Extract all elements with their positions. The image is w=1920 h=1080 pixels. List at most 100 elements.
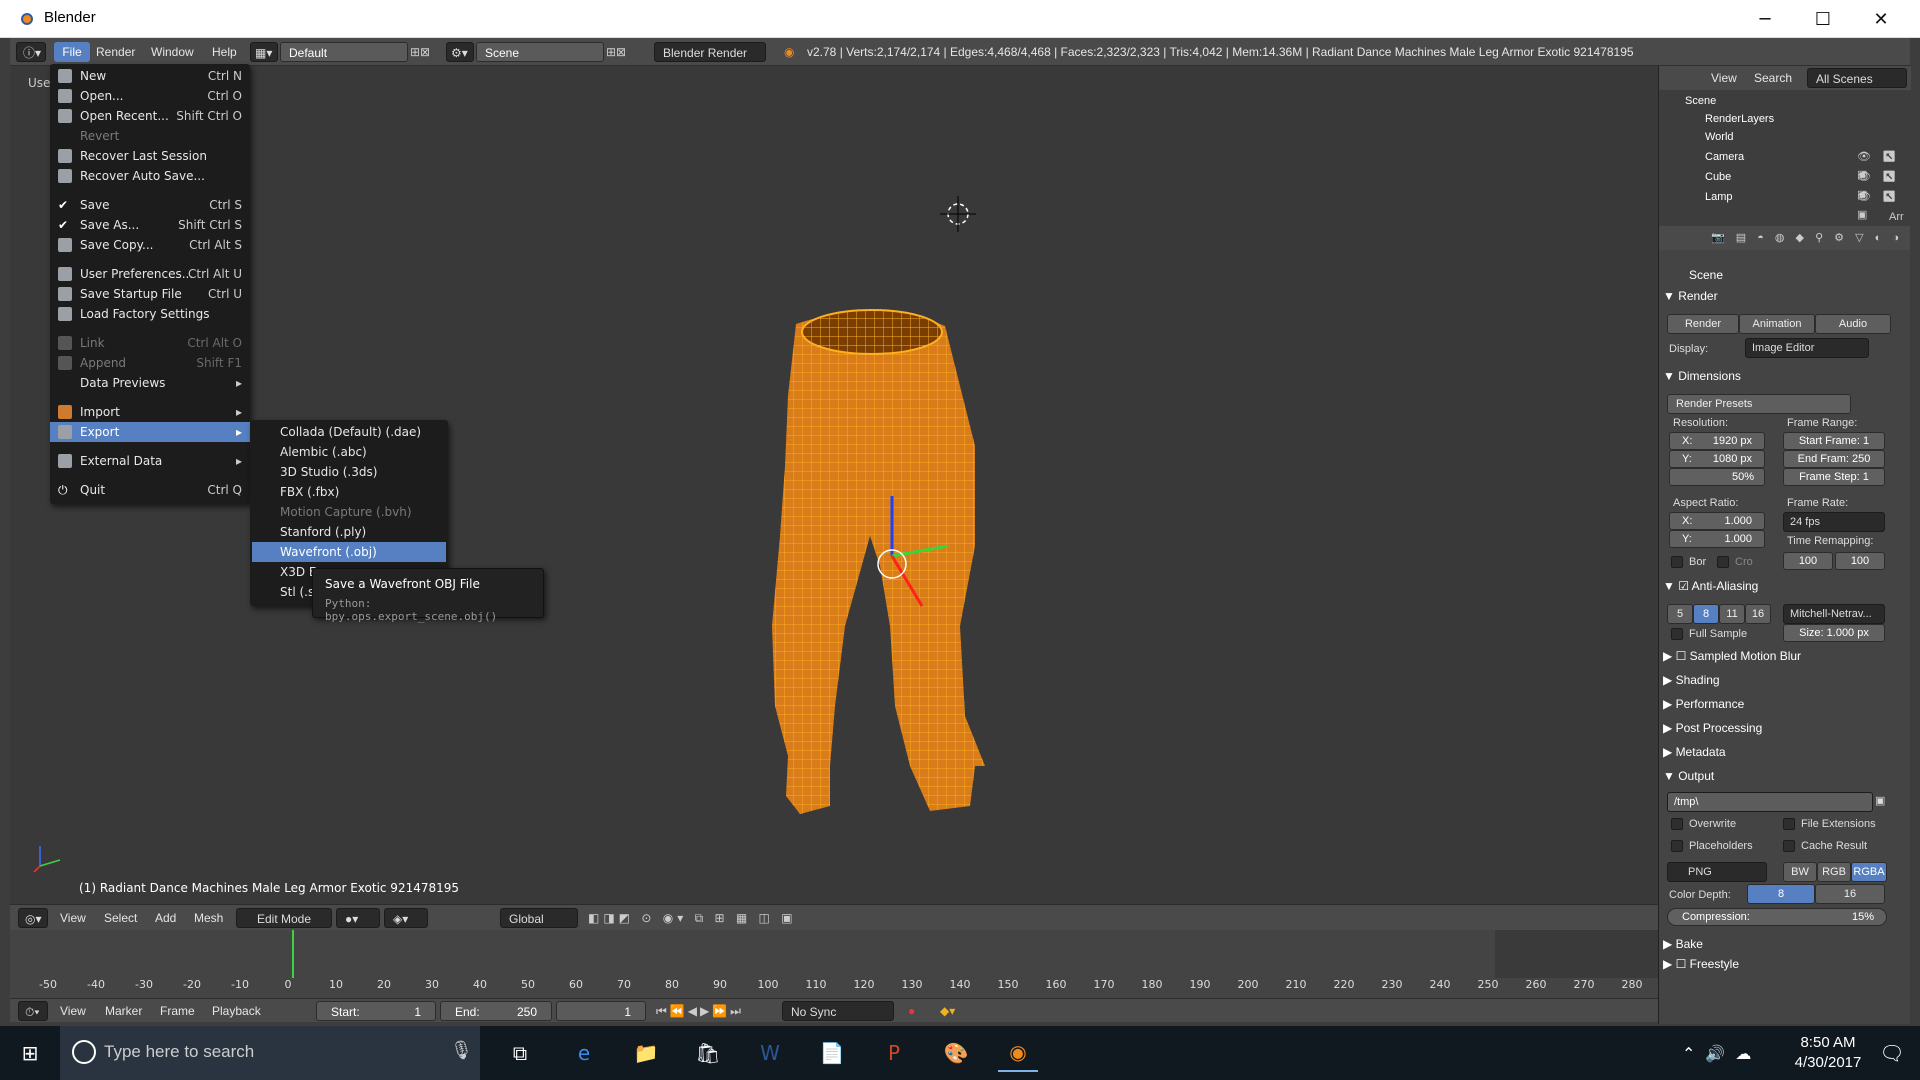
panel-post-processing-title[interactable]: ▶ Post Processing [1663, 718, 1762, 738]
microphone-icon[interactable]: 🎙 [450, 1040, 473, 1061]
panel-aa-title[interactable]: ▼ ☑ Anti-Aliasing [1663, 576, 1758, 596]
cache-result-checkbox[interactable] [1783, 840, 1795, 852]
start-frame-field[interactable]: Start: 1 [316, 1001, 436, 1021]
clock-date[interactable]: 4/30/2017 [1778, 1054, 1878, 1071]
viewport-menu-mesh[interactable]: Mesh [194, 908, 223, 928]
layout-field[interactable]: Default [280, 42, 408, 62]
outliner-item-renderlayers[interactable]: RenderLayers [1705, 110, 1774, 128]
menu-item-data-previews[interactable]: Data Previews ▸ [50, 373, 250, 393]
color-rgba-button[interactable]: RGBA [1851, 862, 1887, 882]
timeline-menu-frame[interactable]: Frame [160, 1001, 195, 1021]
menu-item-recover-last-session[interactable]: Recover Last Session [50, 146, 250, 166]
timeline-menu-playback[interactable]: Playback [212, 1001, 261, 1021]
outliner-item-scene[interactable]: Scene [1685, 92, 1716, 110]
end-frame-field[interactable]: End: 250 [440, 1001, 552, 1021]
timeline-menu-marker[interactable]: Marker [105, 1001, 142, 1021]
record-icon[interactable]: ● [908, 1001, 915, 1021]
aa-sample-8[interactable]: 8 [1693, 604, 1719, 624]
outliner-item-world[interactable]: World [1705, 128, 1734, 146]
aspect-y-field[interactable]: Y: 1.000 [1669, 530, 1765, 548]
playback-controls-icon[interactable]: ⏮⏪◀▶⏩⏭ [656, 1001, 744, 1021]
layout-add-remove-icon[interactable]: ⊞⊠ [410, 42, 430, 62]
resolution-x-field[interactable]: X: 1920 px [1669, 432, 1765, 450]
menu-item-recover-auto-save[interactable]: Recover Auto Save... [50, 166, 250, 186]
properties-context-icons[interactable]: 📷 ▤ ◓ ◍ ◆ ⚲ ⚙ ▽ ◐ ◑ [1711, 229, 1903, 247]
overwrite-checkbox[interactable] [1671, 818, 1683, 830]
clock-time[interactable]: 8:50 AM [1778, 1034, 1878, 1051]
viewport-tool-icons[interactable]: ◧◨◩ ⊙ ◉▾ ⧉ ⊞ ▦ ◫ ▣ [588, 908, 797, 928]
render-audio-button[interactable]: Audio [1815, 314, 1891, 334]
close-button[interactable]: ✕ [1852, 0, 1910, 38]
panel-bake-title[interactable]: ▶ Bake [1663, 934, 1703, 954]
taskbar-search-box[interactable]: Type here to search 🎙 [60, 1026, 480, 1080]
viewport-menu-select[interactable]: Select [104, 908, 137, 928]
viewport-menu-add[interactable]: Add [155, 908, 176, 928]
scene-add-remove-icon[interactable]: ⊞⊠ [606, 42, 626, 62]
resolution-y-field[interactable]: Y: 1080 px [1669, 450, 1765, 468]
full-sample-checkbox[interactable] [1671, 628, 1683, 640]
aa-sample-11[interactable]: 11 [1719, 604, 1745, 624]
menu-item-save-startup-file[interactable]: Save Startup File Ctrl U [50, 284, 250, 304]
render-animation-button[interactable]: Animation [1739, 314, 1815, 334]
menu-item-export[interactable]: Export ▸ [50, 422, 250, 442]
panel-metadata-title[interactable]: ▶ Metadata [1663, 742, 1726, 762]
menu-item-save-as[interactable]: ✔ Save As... Shift Ctrl S [50, 215, 250, 235]
panel-freestyle-title[interactable]: ▶ ☐ Freestyle [1663, 954, 1739, 974]
start-frame-prop[interactable]: Start Frame: 1 [1783, 432, 1885, 450]
time-remap-new[interactable]: 100 [1835, 552, 1885, 570]
sync-select[interactable]: No Sync [782, 1001, 894, 1021]
render-presets-select[interactable]: Render Presets [1667, 394, 1851, 414]
task-view-icon[interactable]: ⧉ [500, 1034, 540, 1072]
output-path-field[interactable]: /tmp\ [1667, 792, 1873, 812]
outliner-item-cube[interactable]: Cube [1705, 168, 1731, 186]
menu-item-quit[interactable]: ⏻ Quit Ctrl Q [50, 480, 250, 500]
blender-taskbar-icon[interactable]: ◉ [998, 1034, 1038, 1072]
paint-icon[interactable]: 🎨 [936, 1034, 976, 1072]
menu-render[interactable]: Render [96, 42, 135, 62]
resolution-percentage-field[interactable]: 50% [1669, 468, 1765, 486]
timeline-menu-view[interactable]: View [60, 1001, 86, 1021]
crop-checkbox[interactable] [1717, 556, 1729, 568]
export-alembic[interactable]: Alembic (.abc) [250, 442, 448, 462]
file-format-select[interactable]: PNG [1667, 862, 1767, 882]
visibility-icons[interactable]: 👁 ↖ ▣ [1857, 168, 1910, 201]
edge-browser-icon[interactable]: e [564, 1034, 604, 1072]
word-icon[interactable]: W [750, 1034, 790, 1072]
visibility-icons[interactable]: 👁 ↖ ▣ [1857, 188, 1910, 221]
scene-icon[interactable]: ⚙▾ [446, 42, 474, 62]
aa-size-field[interactable]: Size: 1.000 px [1783, 624, 1885, 642]
menu-item-new[interactable]: New Ctrl N [50, 66, 250, 86]
color-depth-8[interactable]: 8 [1747, 884, 1815, 904]
menu-item-load-factory-settings[interactable]: Load Factory Settings [50, 304, 250, 324]
outliner-item-lamp[interactable]: Lamp [1705, 188, 1733, 206]
export-3ds[interactable]: 3D Studio (.3ds) [250, 462, 448, 482]
fps-select[interactable]: 24 fps [1783, 512, 1885, 532]
panel-performance-title[interactable]: ▶ Performance [1663, 694, 1744, 714]
menu-item-open-recent[interactable]: Open Recent... Shift Ctrl O [50, 106, 250, 126]
menu-item-save-copy[interactable]: Save Copy... Ctrl Alt S [50, 235, 250, 255]
color-rgb-button[interactable]: RGB [1817, 862, 1851, 882]
export-collada[interactable]: Collada (Default) (.dae) [250, 422, 448, 442]
pivot-select[interactable]: ◈▾ [384, 908, 428, 928]
minimize-button[interactable]: ─ [1736, 0, 1794, 38]
action-center-icon[interactable]: 🗨 [1872, 1034, 1912, 1072]
orientation-select[interactable]: Global [500, 908, 578, 928]
visibility-icons[interactable]: 👁 ↖ ▣ [1857, 148, 1910, 181]
placeholders-checkbox[interactable] [1671, 840, 1683, 852]
aspect-x-field[interactable]: X: 1.000 [1669, 512, 1765, 530]
menu-item-external-data[interactable]: External Data ▸ [50, 451, 250, 471]
menu-item-user-preferences[interactable]: User Preferences... Ctrl Alt U [50, 264, 250, 284]
display-select[interactable]: Image Editor [1745, 338, 1869, 358]
shading-select[interactable]: ●▾ [336, 908, 380, 928]
outliner-item-camera[interactable]: Camera [1705, 148, 1744, 166]
outliner-tab-view[interactable]: View [1711, 68, 1737, 88]
file-explorer-icon[interactable]: 📁 [626, 1034, 666, 1072]
editor-type-button[interactable]: ⓘ▾ [16, 42, 46, 62]
windows-start-icon[interactable]: ⊞ [10, 1034, 50, 1072]
notepad-icon[interactable]: 📄 [812, 1034, 852, 1072]
export-obj[interactable]: Wavefront (.obj) [252, 542, 446, 562]
menu-item-import[interactable]: Import ▸ [50, 402, 250, 422]
layout-icon[interactable]: ▦▾ [250, 42, 278, 62]
export-ply[interactable]: Stanford (.ply) [250, 522, 448, 542]
menu-item-open[interactable]: Open... Ctrl O [50, 86, 250, 106]
